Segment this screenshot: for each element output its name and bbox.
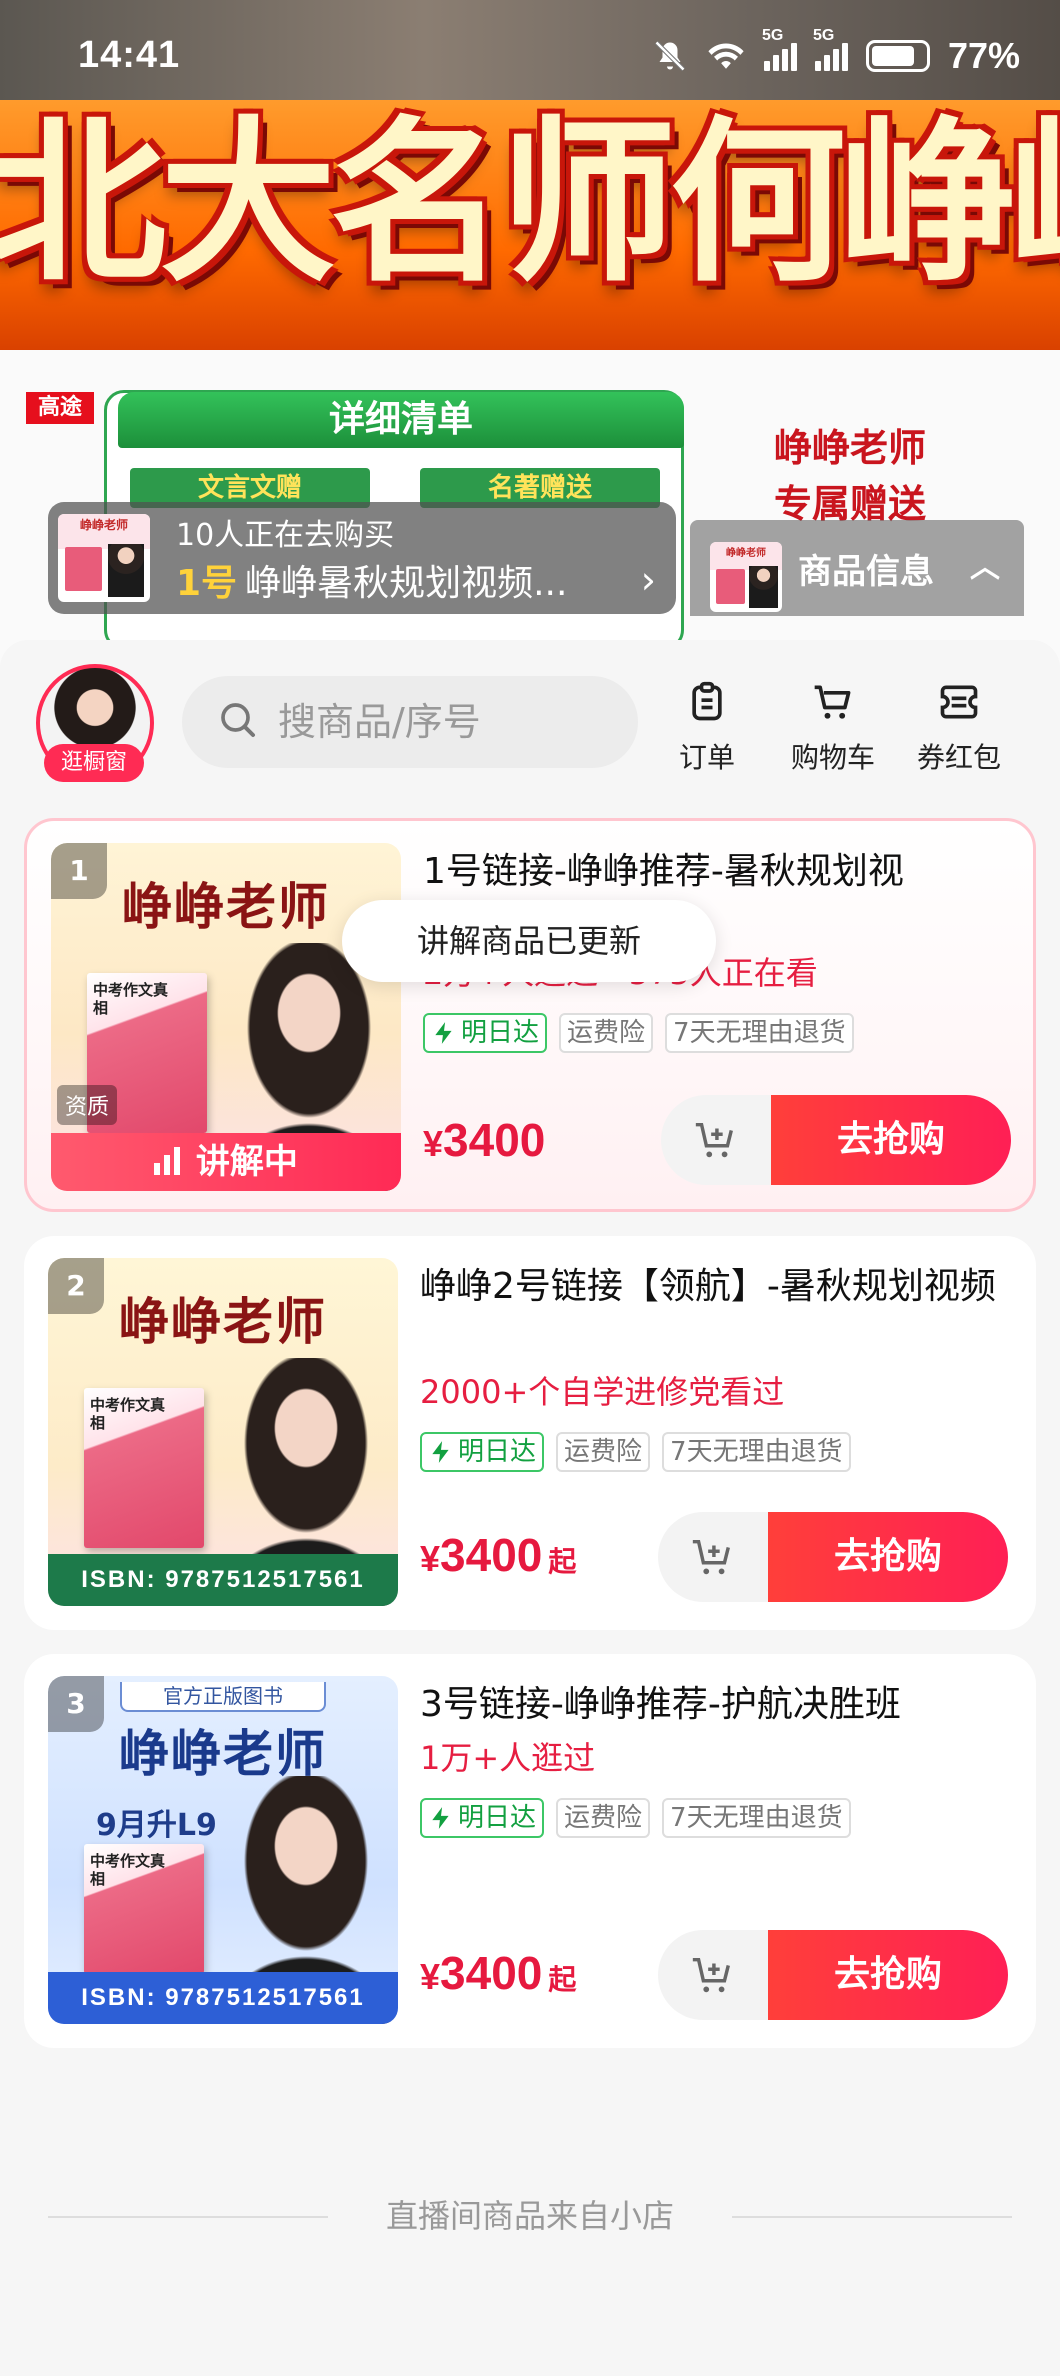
footer-divider [732, 2216, 1012, 2218]
return-policy-badge: 7天无理由退货 [662, 1798, 851, 1838]
search-input[interactable] [278, 676, 618, 768]
buying-now-popup[interactable]: 峥峥老师 10人正在去购买 1号 峥峥暑秋规划视频... › [48, 502, 676, 614]
next-day-badge: 明日达 [420, 1432, 545, 1472]
coupon-icon [940, 685, 978, 719]
official-book-label: 官方正版图书 [120, 1682, 326, 1712]
status-icons: 5G 5G 77% [652, 27, 1020, 78]
buy-now-button[interactable]: 去抢购 [768, 1930, 1008, 2020]
isbn-strip: ISBN: 9787512517561 [48, 1554, 398, 1606]
book-title: 中考作文真相 [90, 1852, 166, 1888]
shipping-insurance-badge: 运费险 [556, 1432, 651, 1472]
shipping-insurance-badge: 运费险 [559, 1013, 654, 1053]
product-image[interactable]: 3 官方正版图书 峥峥老师 9月升L9 中考作文真相 ISBN: 9787512… [48, 1676, 398, 2024]
battery-level: 77% [947, 35, 1020, 76]
popup-product-name: 1号 峥峥暑秋规划视频... [176, 554, 567, 606]
mute-icon [654, 40, 686, 72]
add-cart-icon [695, 1122, 733, 1158]
product-card[interactable]: 3 官方正版图书 峥峥老师 9月升L9 中考作文真相 ISBN: 9787512… [24, 1654, 1036, 2048]
poster-gift-line: 峥峥老师 [773, 425, 926, 470]
lightning-icon [435, 1022, 452, 1044]
add-cart-icon [692, 1539, 730, 1575]
add-to-cart-button[interactable] [658, 1512, 778, 1602]
lightning-icon [432, 1441, 449, 1463]
explaining-badge: 讲解中 [51, 1133, 401, 1191]
qualification-label[interactable]: 资质 [57, 1085, 118, 1125]
product-image[interactable]: 1 峥峥老师 中考作文真相 资质 讲解中 [51, 843, 401, 1191]
return-policy-badge: 7天无理由退货 [662, 1432, 851, 1472]
product-info-label: 商品信息 [798, 552, 934, 592]
grade-label: 9月升L9 [96, 1808, 217, 1843]
product-price: ¥3400 起 [420, 1529, 577, 1581]
signal-icon: 5G [813, 27, 848, 71]
buy-now-button[interactable]: 去抢购 [771, 1095, 1011, 1185]
product-number: 3 [48, 1676, 104, 1732]
product-number: 1 [51, 843, 107, 899]
orders-label: 订单 [678, 741, 735, 774]
cart-label: 购物车 [790, 741, 875, 774]
product-title[interactable]: 峥峥2号链接【领航】-暑秋规划视频 [420, 1260, 1020, 1314]
service-badges: 明日达 运费险 7天无理由退货 [423, 1013, 854, 1053]
battery-icon [865, 40, 930, 72]
shipping-insurance-badge: 运费险 [556, 1798, 651, 1838]
popup-product-title: 峥峥暑秋规划视频... [245, 563, 568, 604]
cart-button[interactable]: 购物车 [778, 680, 888, 776]
product-number: 2 [48, 1258, 104, 1314]
orders-button[interactable]: 订单 [652, 680, 762, 776]
isbn-strip: ISBN: 9787512517561 [48, 1972, 398, 2024]
product-stats: 2000+个自学进修党看过 [420, 1373, 785, 1411]
signal-icon: 5G [762, 27, 797, 71]
popup-product-thumb: 峥峥老师 [58, 514, 150, 602]
product-price: ¥3400 起 [420, 1947, 577, 1999]
poster-brand-tag: 高途 [26, 392, 94, 424]
service-badges: 明日达 运费险 7天无理由退货 [420, 1798, 851, 1838]
poster-gift-text: 峥峥老师 专属赠送 [740, 420, 960, 532]
chevron-right-icon: › [640, 558, 656, 602]
browse-window-tag[interactable]: 逛橱窗 [44, 744, 144, 782]
book-title: 中考作文真相 [93, 981, 169, 1017]
add-cart-icon [692, 1957, 730, 1993]
info-product-thumb: 峥峥老师 [710, 542, 782, 612]
book-title: 中考作文真相 [90, 1396, 166, 1432]
search-icon [221, 703, 255, 737]
product-card[interactable]: 2 峥峥老师 中考作文真相 ISBN: 9787512517561 峥峥2号链接… [24, 1236, 1036, 1630]
buy-now-button[interactable]: 去抢购 [768, 1512, 1008, 1602]
product-image[interactable]: 2 峥峥老师 中考作文真相 ISBN: 9787512517561 [48, 1258, 398, 1606]
live-shop-screen: 北大名师何峥峥 14:41 5G 5G 77% 高途 详细清单 文言文赠 名著赠… [0, 0, 1060, 2376]
product-search[interactable] [182, 676, 638, 768]
product-title[interactable]: 1号链接-峥峥推荐-暑秋规划视 [423, 845, 1023, 899]
orders-icon [692, 681, 722, 721]
chevron-up-icon: ︿ [970, 550, 1000, 585]
add-to-cart-button[interactable] [661, 1095, 781, 1185]
explaining-label: 讲解中 [195, 1142, 298, 1182]
popup-buying-count: 10人正在去购买 [176, 518, 395, 553]
wifi-icon [708, 43, 744, 69]
product-card[interactable]: 1 峥峥老师 中考作文真相 资质 讲解中 1号链接-峥峥推荐-暑秋规划视 2万+… [24, 818, 1036, 1212]
network-type: 5G [761, 27, 784, 44]
popup-product-tag: 1号 [176, 563, 238, 604]
sheet-footer: 直播间商品来自小店 [0, 2186, 1060, 2246]
book-cover: 中考作文真相 [84, 1388, 204, 1548]
service-badges: 明日达 运费险 7天无理由退货 [420, 1432, 851, 1472]
status-time: 14:41 [78, 34, 181, 76]
network-type: 5G [812, 27, 835, 44]
status-bar: 14:41 5G 5G 77% [0, 0, 1060, 110]
book-cover: 中考作文真相 [84, 1844, 204, 1974]
product-info-button[interactable]: 峥峥老师 商品信息 ︿ [690, 520, 1024, 616]
update-toast: 讲解商品已更新 [342, 900, 716, 982]
add-to-cart-button[interactable] [658, 1930, 778, 2020]
lightning-icon [432, 1807, 449, 1829]
banner-title: 北大名师何峥峥 [0, 99, 1060, 306]
next-day-badge: 明日达 [420, 1798, 545, 1838]
product-price: ¥3400 [423, 1114, 546, 1166]
poster-header: 详细清单 [118, 392, 684, 448]
product-title[interactable]: 3号链接-峥峥推荐-护航决胜班 [420, 1678, 1020, 1732]
next-day-badge: 明日达 [423, 1013, 548, 1053]
return-policy-badge: 7天无理由退货 [665, 1013, 854, 1053]
coupons-label: 券红包 [916, 741, 1001, 774]
product-stats: 1万+人逛过 [420, 1739, 596, 1777]
coupons-button[interactable]: 券红包 [904, 680, 1014, 776]
shop-toolbar: 逛橱窗 订单 购物车 券红包 [0, 640, 1060, 790]
cart-icon [814, 685, 851, 719]
